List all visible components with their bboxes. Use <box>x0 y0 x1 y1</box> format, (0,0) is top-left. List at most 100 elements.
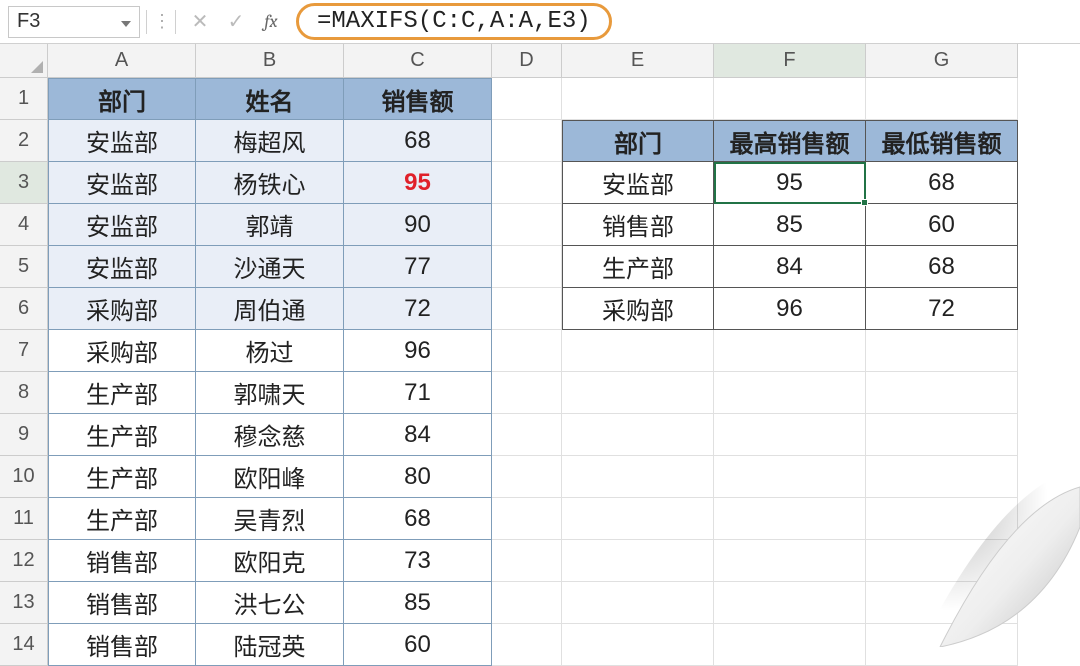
t1-cell-name[interactable]: 杨过 <box>196 330 344 372</box>
enter-formula-icon[interactable]: ✓ <box>218 4 254 40</box>
t1-cell-name[interactable]: 欧阳克 <box>196 540 344 582</box>
t1-cell-sales[interactable]: 85 <box>344 582 492 624</box>
cell-empty[interactable] <box>492 540 562 582</box>
t2-cell-dept[interactable]: 安监部 <box>562 162 714 204</box>
fx-icon[interactable]: fx <box>254 5 288 39</box>
t1-cell-dept[interactable]: 销售部 <box>48 540 196 582</box>
t1-cell-dept[interactable]: 采购部 <box>48 288 196 330</box>
row-header-10[interactable]: 10 <box>0 456 48 498</box>
cell-empty[interactable] <box>866 414 1018 456</box>
row-header-13[interactable]: 13 <box>0 582 48 624</box>
col-header-G[interactable]: G <box>866 44 1018 78</box>
cell-empty[interactable] <box>492 624 562 666</box>
t2-cell-dept[interactable]: 销售部 <box>562 204 714 246</box>
t1-cell-name[interactable]: 吴青烈 <box>196 498 344 540</box>
expand-dots-icon[interactable]: ⋮ <box>153 11 169 32</box>
row-header-8[interactable]: 8 <box>0 372 48 414</box>
t2-cell-max[interactable]: 96 <box>714 288 866 330</box>
t2-cell-max[interactable]: 95 <box>714 162 866 204</box>
t2-cell-max[interactable]: 85 <box>714 204 866 246</box>
cell-empty[interactable] <box>714 498 866 540</box>
row-header-12[interactable]: 12 <box>0 540 48 582</box>
row-header-14[interactable]: 14 <box>0 624 48 666</box>
t2-cell-dept[interactable]: 生产部 <box>562 246 714 288</box>
t1-header-sales[interactable]: 销售额 <box>344 78 492 120</box>
t1-cell-name[interactable]: 穆念慈 <box>196 414 344 456</box>
t1-cell-dept[interactable]: 销售部 <box>48 582 196 624</box>
t1-cell-name[interactable]: 洪七公 <box>196 582 344 624</box>
t2-header-dept[interactable]: 部门 <box>562 120 714 162</box>
t1-cell-sales[interactable]: 68 <box>344 120 492 162</box>
t1-cell-dept[interactable]: 销售部 <box>48 624 196 666</box>
cell-empty[interactable] <box>492 120 562 162</box>
cell-empty[interactable] <box>714 582 866 624</box>
t2-cell-min[interactable]: 72 <box>866 288 1018 330</box>
cell-empty[interactable] <box>562 372 714 414</box>
cell-empty[interactable] <box>492 204 562 246</box>
col-header-B[interactable]: B <box>196 44 344 78</box>
t1-cell-sales[interactable]: 68 <box>344 498 492 540</box>
cell-empty[interactable] <box>866 372 1018 414</box>
cell-empty[interactable] <box>562 330 714 372</box>
name-box[interactable]: F3 <box>8 6 140 38</box>
row-header-11[interactable]: 11 <box>0 498 48 540</box>
cell-empty[interactable] <box>714 456 866 498</box>
col-header-A[interactable]: A <box>48 44 196 78</box>
formula-input[interactable]: =MAXIFS(C:C,A:A,E3) <box>296 3 612 40</box>
cell-empty[interactable] <box>562 414 714 456</box>
row-header-5[interactable]: 5 <box>0 246 48 288</box>
t1-cell-sales[interactable]: 90 <box>344 204 492 246</box>
col-header-C[interactable]: C <box>344 44 492 78</box>
t1-cell-dept[interactable]: 安监部 <box>48 246 196 288</box>
cell-empty[interactable] <box>562 624 714 666</box>
cell-empty[interactable] <box>492 162 562 204</box>
col-header-D[interactable]: D <box>492 44 562 78</box>
t1-cell-name[interactable]: 郭啸天 <box>196 372 344 414</box>
cell-empty[interactable] <box>492 372 562 414</box>
cell-empty[interactable] <box>492 330 562 372</box>
col-header-F[interactable]: F <box>714 44 866 78</box>
cell-empty[interactable] <box>866 624 1018 666</box>
cell-empty[interactable] <box>866 540 1018 582</box>
t2-header-max[interactable]: 最高销售额 <box>714 120 866 162</box>
t1-cell-name[interactable]: 梅超风 <box>196 120 344 162</box>
cell-empty[interactable] <box>562 540 714 582</box>
cell-empty[interactable] <box>562 78 714 120</box>
t2-cell-min[interactable]: 60 <box>866 204 1018 246</box>
t2-cell-min[interactable]: 68 <box>866 162 1018 204</box>
cell-empty[interactable] <box>492 288 562 330</box>
t1-cell-dept[interactable]: 安监部 <box>48 162 196 204</box>
worksheet-grid[interactable]: A B C D E F G 1部门姓名销售额2安监部梅超风68部门最高销售额最低… <box>0 44 1080 666</box>
t1-cell-dept[interactable]: 生产部 <box>48 456 196 498</box>
cell-empty[interactable] <box>562 582 714 624</box>
t1-cell-dept[interactable]: 生产部 <box>48 372 196 414</box>
row-header-7[interactable]: 7 <box>0 330 48 372</box>
t1-cell-sales[interactable]: 73 <box>344 540 492 582</box>
cell-empty[interactable] <box>714 540 866 582</box>
t2-cell-min[interactable]: 68 <box>866 246 1018 288</box>
cell-empty[interactable] <box>714 624 866 666</box>
row-header-4[interactable]: 4 <box>0 204 48 246</box>
t1-cell-dept[interactable]: 生产部 <box>48 498 196 540</box>
row-header-3[interactable]: 3 <box>0 162 48 204</box>
col-header-E[interactable]: E <box>562 44 714 78</box>
t1-cell-sales[interactable]: 71 <box>344 372 492 414</box>
select-all-corner[interactable] <box>0 44 48 78</box>
t1-cell-name[interactable]: 周伯通 <box>196 288 344 330</box>
cell-empty[interactable] <box>866 456 1018 498</box>
cell-empty[interactable] <box>866 78 1018 120</box>
t1-cell-name[interactable]: 杨铁心 <box>196 162 344 204</box>
cell-empty[interactable] <box>492 582 562 624</box>
cell-empty[interactable] <box>866 498 1018 540</box>
cell-empty[interactable] <box>492 498 562 540</box>
cell-empty[interactable] <box>714 78 866 120</box>
t1-cell-dept[interactable]: 安监部 <box>48 204 196 246</box>
t1-cell-sales[interactable]: 96 <box>344 330 492 372</box>
cell-empty[interactable] <box>866 582 1018 624</box>
t2-cell-max[interactable]: 84 <box>714 246 866 288</box>
t1-cell-dept[interactable]: 生产部 <box>48 414 196 456</box>
t1-cell-name[interactable]: 欧阳峰 <box>196 456 344 498</box>
t1-cell-name[interactable]: 郭靖 <box>196 204 344 246</box>
cell-empty[interactable] <box>492 78 562 120</box>
t1-cell-dept[interactable]: 安监部 <box>48 120 196 162</box>
